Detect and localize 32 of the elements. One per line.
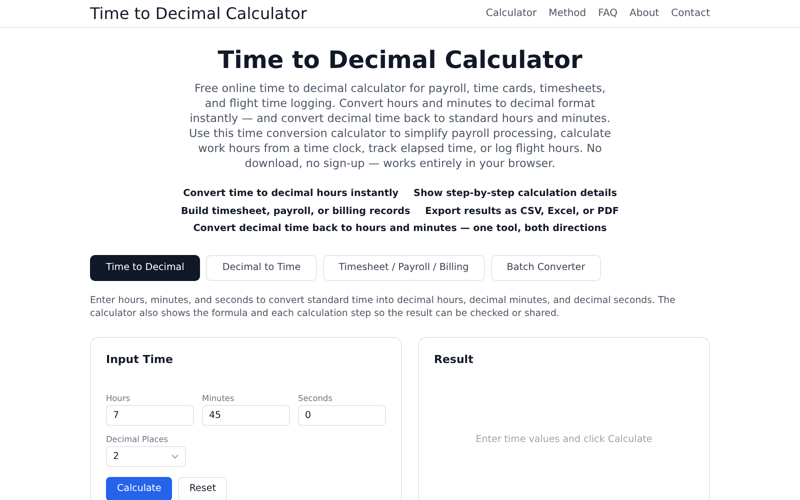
card-title: Input Time: [106, 352, 174, 366]
reset-button[interactable]: Reset: [178, 476, 227, 500]
empty-message: Enter time values and click Calculate: [476, 434, 652, 445]
input-field[interactable]: 45: [202, 404, 290, 426]
description: Free online time to decimal calculator for payroll, time cards, timesheets, and flight time logging. Convert hours and minutes to decimal format instantly — and convert decimal time back to standard hours and minutes. Use this time conversion calculator to simplify payroll processing, calculate work hours from a time clock, track elapsed time, or log flight hours. No download, no sign-up — works entirely in your browser.: [188, 81, 612, 171]
tab[interactable]: Batch Converter: [490, 254, 602, 280]
feature-text: Convert time to decimal hours instantly: [183, 187, 399, 200]
field-label: Minutes: [202, 392, 236, 402]
site-title: Time to Decimal Calculator: [90, 4, 307, 23]
nav-link[interactable]: Contact: [671, 8, 710, 19]
card-title: Result: [434, 352, 474, 366]
field-label: Seconds: [298, 392, 334, 402]
instructions-text: Enter hours, minutes, and seconds to convert standard time into decimal hours, decimal minutes, and decimal seconds. The calculator also shows the formula and each calculation step so the result can be checked or shared.: [90, 294, 676, 320]
tab[interactable]: Timesheet / Payroll / Billing: [322, 254, 485, 280]
field-label: Hours: [106, 392, 131, 402]
nav-link[interactable]: FAQ: [598, 8, 618, 19]
nav-link[interactable]: About: [630, 8, 660, 19]
tab[interactable]: Decimal to Time: [206, 254, 317, 280]
feature-text: Export results as CSV, Excel, or PDF: [425, 204, 619, 218]
tab[interactable]: Time to Decimal: [90, 254, 200, 280]
feature-text: Show step-by-step calculation details: [414, 187, 617, 200]
feature-text: Build timesheet, payroll, or billing records: [181, 204, 410, 218]
nav-link[interactable]: Calculator: [486, 8, 537, 19]
chevron-down-icon: [171, 454, 179, 458]
nav-link[interactable]: Method: [548, 8, 586, 19]
feature-text: Convert decimal time back to hours and minutes — one tool, both directions: [193, 222, 607, 236]
input-field[interactable]: 0: [298, 404, 386, 426]
input-field[interactable]: 7: [106, 404, 194, 426]
calculate-button[interactable]: Calculate: [106, 476, 172, 500]
field-label: Decimal Places: [106, 434, 170, 444]
select-field[interactable]: 2: [106, 446, 186, 466]
page-title: Time to Decimal Calculator: [218, 45, 582, 75]
